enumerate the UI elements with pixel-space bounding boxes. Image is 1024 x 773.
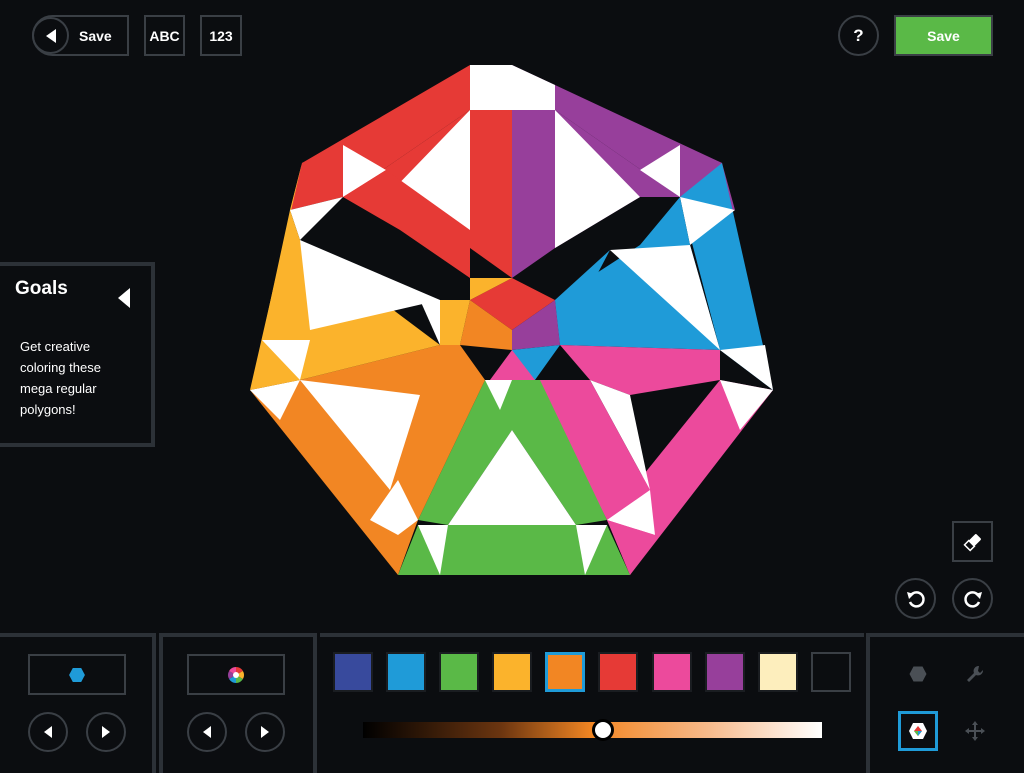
color-swatch[interactable] — [758, 652, 798, 692]
goals-panel: Goals Get creative coloring these mega r… — [0, 262, 155, 447]
color-mode-next-button[interactable] — [245, 712, 285, 752]
chevron-right-icon — [102, 726, 110, 738]
goals-text: Get creative coloring these mega regular… — [20, 339, 101, 417]
color-swatch[interactable] — [652, 652, 692, 692]
color-swatch[interactable] — [333, 652, 373, 692]
move-tool[interactable] — [955, 711, 995, 751]
color-wheel-icon — [228, 666, 244, 683]
color-swatch[interactable] — [492, 652, 532, 692]
redo-icon — [963, 590, 982, 608]
color-swatch[interactable] — [545, 652, 585, 692]
collapse-arrow-icon[interactable] — [118, 288, 130, 308]
chevron-left-icon — [203, 726, 211, 738]
color-swatch[interactable] — [811, 652, 851, 692]
artwork-region[interactable] — [512, 65, 555, 110]
eraser-button[interactable] — [952, 521, 993, 562]
hexagon-icon — [68, 666, 86, 683]
fill-shape-tool[interactable] — [898, 654, 938, 694]
undo-icon — [906, 590, 925, 608]
wrench-icon — [967, 665, 984, 682]
tools-panel — [866, 633, 1024, 773]
chevron-right-icon — [261, 726, 269, 738]
hexagon-icon — [909, 666, 927, 682]
shape-prev-button[interactable] — [28, 712, 68, 752]
heptagon-artwork[interactable] — [250, 65, 773, 575]
shade-slider-knob[interactable] — [591, 719, 614, 741]
move-arrows-icon — [965, 721, 985, 741]
chevron-left-icon — [44, 726, 52, 738]
color-swatch[interactable] — [386, 652, 426, 692]
shape-selector[interactable] — [28, 654, 126, 695]
color-wheel-selector[interactable] — [187, 654, 285, 695]
color-swatch[interactable] — [439, 652, 479, 692]
artwork-region[interactable] — [470, 65, 512, 110]
eraser-icon — [962, 533, 981, 552]
color-mode-prev-button[interactable] — [187, 712, 227, 752]
paint-hexagon-icon — [909, 723, 927, 739]
settings-tool[interactable] — [955, 654, 995, 694]
undo-button[interactable] — [895, 578, 936, 619]
goals-title: Goals — [15, 278, 68, 299]
redo-button[interactable] — [952, 578, 993, 619]
color-swatch[interactable] — [705, 652, 745, 692]
color-swatch[interactable] — [598, 652, 638, 692]
paint-tool[interactable] — [898, 711, 938, 751]
shape-next-button[interactable] — [86, 712, 126, 752]
